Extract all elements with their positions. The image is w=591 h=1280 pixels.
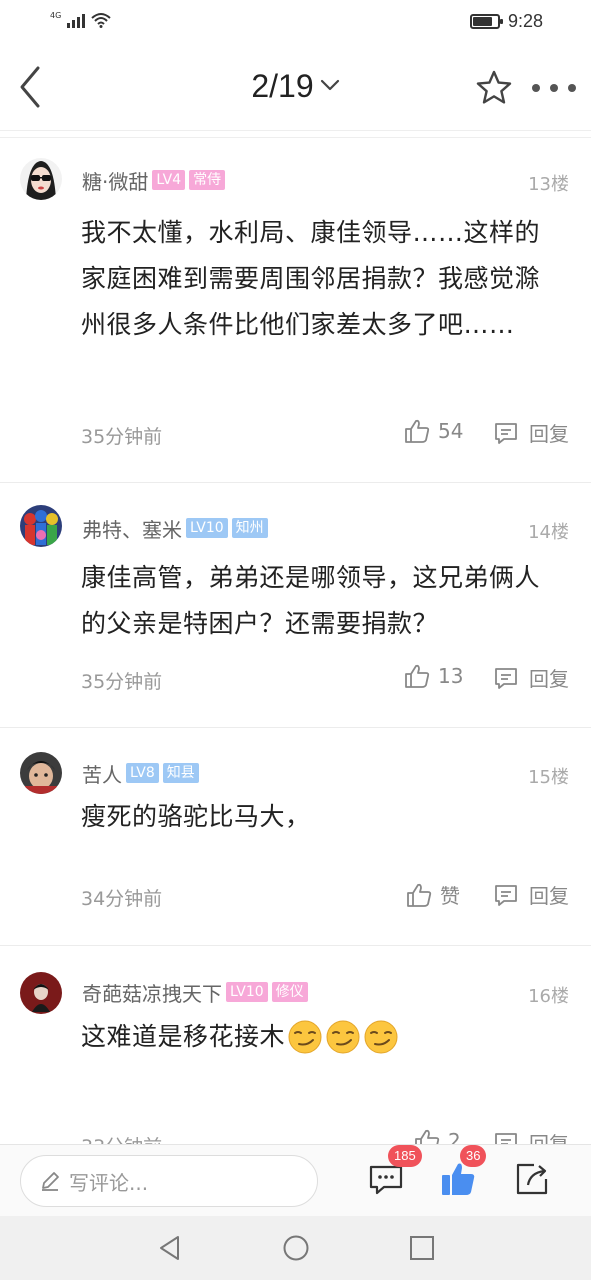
avatar[interactable]: [20, 972, 62, 1014]
header-bar: 2/19: [0, 44, 591, 130]
wifi-icon: [91, 13, 111, 28]
smirk-emoji-icon: [287, 1019, 399, 1055]
comment-time: 34分钟前: [81, 888, 163, 910]
smirk-emoji-icon: [288, 1020, 322, 1054]
username[interactable]: 糖·微甜: [82, 166, 148, 195]
chevron-down-icon: [320, 79, 339, 90]
title-badge: 知州: [231, 518, 268, 538]
title-badge: 常侍: [189, 170, 226, 190]
reply-icon: [495, 1132, 517, 1144]
comment-item: 糖·微甜 LV4 常侍 13楼 我不太懂，水利局、康佳领导……这样的家庭困难到需…: [0, 138, 591, 483]
like-count: 2: [448, 1129, 461, 1144]
thumbs-up-icon: [415, 1129, 440, 1144]
status-bar: 4G 9:28: [0, 0, 591, 44]
floor-number: 13楼: [528, 174, 569, 195]
star-icon[interactable]: [474, 68, 514, 108]
comment-text: 康佳高管，弟弟还是哪领导，这兄弟俩人的父亲是特困户？还需要捐款？: [81, 563, 541, 638]
like-button[interactable]: 13: [404, 663, 463, 689]
like-count: 54: [438, 419, 464, 443]
floor-number: 16楼: [528, 986, 569, 1007]
title-badge: 知县: [162, 763, 199, 783]
signal-bars-icon: [67, 12, 86, 28]
reply-button[interactable]: 回复: [493, 663, 569, 692]
signal-indicator: 4G: [50, 12, 111, 28]
nav-home-icon[interactable]: [282, 1234, 310, 1262]
thumbs-up-icon: [405, 664, 430, 688]
nav-recents-icon[interactable]: [408, 1234, 436, 1262]
level-badge: LV4: [152, 170, 186, 190]
comment-list[interactable]: 糖·微甜 LV4 常侍 13楼 我不太懂，水利局、康佳领导……这样的家庭困难到需…: [0, 138, 591, 1144]
username[interactable]: 奇葩菇凉拽天下: [82, 978, 222, 1007]
reply-button[interactable]: 回复: [493, 1128, 569, 1144]
comment-text: 这难道是移花接木: [81, 1014, 551, 1060]
smirk-emoji-icon: [326, 1020, 360, 1054]
comment-item: 苦人 LV8 知县 15楼 瘦死的骆驼比马大， 34分钟前 赞 回复: [0, 728, 591, 946]
comment-bar: 写评论... 185 36: [0, 1144, 591, 1216]
reply-icon: [495, 667, 517, 689]
share-button[interactable]: [512, 1159, 552, 1199]
reply-label: 回复: [529, 1132, 569, 1144]
comment-item: 奇葩菇凉拽天下 LV10 修仪 16楼 这难道是移花接木 33分钟前 2 回复: [0, 946, 591, 1144]
username[interactable]: 苦人: [82, 759, 122, 788]
level-badge: LV8: [126, 763, 159, 783]
comment-count-badge: 185: [388, 1145, 422, 1167]
avatar[interactable]: [20, 158, 62, 200]
page-counter: 2/19: [251, 68, 314, 104]
comment-item: 弗特、塞米 LV10 知州 14楼 康佳高管，弟弟还是哪领导，这兄弟俩人的父亲是…: [0, 483, 591, 728]
clock: 9:28: [507, 11, 543, 31]
thumbs-up-icon: [405, 419, 430, 443]
level-badge: LV10: [226, 982, 268, 1002]
comment-placeholder: 写评论...: [69, 1170, 149, 1195]
avatar[interactable]: [20, 505, 62, 547]
like-button[interactable]: 2: [414, 1128, 461, 1144]
like-post-button[interactable]: 36: [438, 1145, 487, 1199]
reply-icon: [495, 422, 517, 444]
level-badge: LV10: [186, 518, 228, 538]
like-button[interactable]: 赞: [406, 880, 460, 909]
reply-label: 回复: [529, 422, 569, 446]
comment-time: 33分钟前: [81, 1132, 162, 1144]
like-count: 13: [438, 664, 464, 688]
battery-icon: [469, 14, 503, 29]
smirk-emoji-icon: [364, 1020, 398, 1054]
thumbs-up-icon: [407, 883, 432, 907]
system-nav-bar: [0, 1216, 591, 1280]
comment-text: 我不太懂，水利局、康佳领导……这样的家庭困难到需要周围邻居捐款？我感觉滁州很多人…: [81, 218, 541, 339]
reply-label: 回复: [529, 884, 569, 908]
title-badge: 修仪: [271, 982, 308, 1002]
comment-text: 瘦死的骆驼比马大，: [81, 802, 311, 831]
reply-label: 回复: [529, 667, 569, 691]
like-button[interactable]: 54: [404, 418, 463, 444]
like-count: 赞: [440, 884, 460, 908]
floor-number: 14楼: [528, 522, 569, 543]
floor-number: 15楼: [528, 767, 569, 788]
reply-button[interactable]: 回复: [493, 880, 569, 909]
divider: [0, 130, 591, 138]
comment-input[interactable]: 写评论...: [20, 1155, 318, 1207]
more-icon[interactable]: [532, 82, 576, 94]
like-count-badge: 36: [460, 1145, 487, 1167]
reply-button[interactable]: 回复: [493, 418, 569, 447]
avatar[interactable]: [20, 752, 62, 794]
comment-time: 35分钟前: [81, 671, 163, 693]
comment-text-content: 这难道是移花接木: [81, 1022, 286, 1051]
reply-icon: [495, 884, 517, 906]
share-icon: [516, 1163, 548, 1195]
comments-button[interactable]: 185: [366, 1145, 422, 1199]
username[interactable]: 弗特、塞米: [82, 514, 182, 543]
pencil-icon: [42, 1172, 59, 1191]
nav-back-icon[interactable]: [156, 1234, 184, 1262]
network-type: 4G: [50, 11, 62, 20]
comment-time: 35分钟前: [81, 426, 163, 448]
